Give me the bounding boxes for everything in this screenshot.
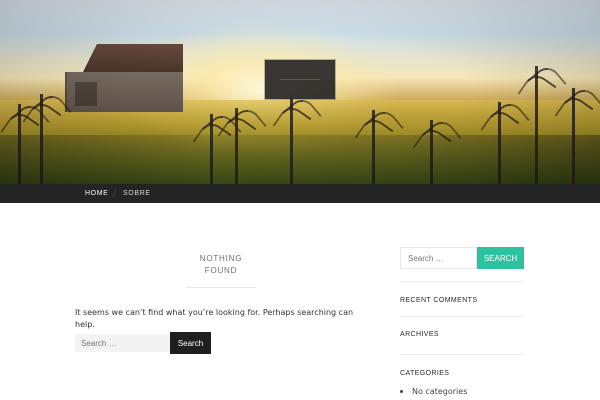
nav-item-sobre[interactable]: SOBRE (123, 184, 151, 203)
page-title-line-1: NOTHING (199, 254, 243, 263)
barn-wall (65, 72, 183, 112)
tree (210, 114, 213, 184)
sidebar: SEARCH RECENT COMMENTS ARCHIVES CATEGORI… (400, 247, 524, 400)
tree (372, 110, 375, 184)
sidebar-divider (400, 354, 524, 355)
tree (290, 98, 293, 184)
page: HOME SOBRE NOTHING FOUND It seems we can… (0, 0, 600, 400)
barn-roof (83, 44, 183, 72)
not-found-message: It seems we can’t find what you’re looki… (75, 308, 354, 329)
page-title: NOTHING FOUND (186, 253, 256, 277)
main-search-form: Search (75, 332, 215, 354)
main-search-input[interactable] (75, 334, 170, 352)
sidebar-search-form: SEARCH (400, 247, 524, 269)
sidebar-search-input[interactable] (400, 247, 477, 269)
tree (40, 94, 43, 184)
widget-heading-recent-comments: RECENT COMMENTS (400, 297, 478, 304)
site-title-line (280, 79, 320, 80)
site-title-box (265, 60, 335, 99)
hero-header (0, 0, 600, 184)
nav-separator (112, 189, 117, 198)
list-bullet-icon (400, 390, 403, 393)
category-list-item: No categories (412, 387, 468, 396)
primary-nav: HOME SOBRE (0, 184, 600, 203)
widget-heading-archives: ARCHIVES (400, 331, 439, 338)
tree (18, 104, 21, 184)
tree (235, 108, 238, 184)
tree (430, 120, 433, 184)
main-search-button[interactable]: Search (170, 332, 211, 354)
sidebar-divider (400, 281, 524, 282)
sidebar-search-button[interactable]: SEARCH (477, 247, 524, 269)
sidebar-divider (400, 316, 524, 317)
tree (572, 88, 575, 184)
tree (535, 66, 538, 184)
nav-item-home[interactable]: HOME (85, 184, 108, 203)
tree (498, 102, 501, 184)
barn-illustration (65, 44, 185, 112)
title-divider (186, 287, 256, 288)
page-title-line-2: FOUND (204, 266, 238, 275)
main-content: NOTHING FOUND It seems we can’t find wha… (0, 203, 600, 400)
widget-heading-categories: CATEGORIES (400, 370, 450, 377)
shadow-overlay (0, 135, 600, 184)
